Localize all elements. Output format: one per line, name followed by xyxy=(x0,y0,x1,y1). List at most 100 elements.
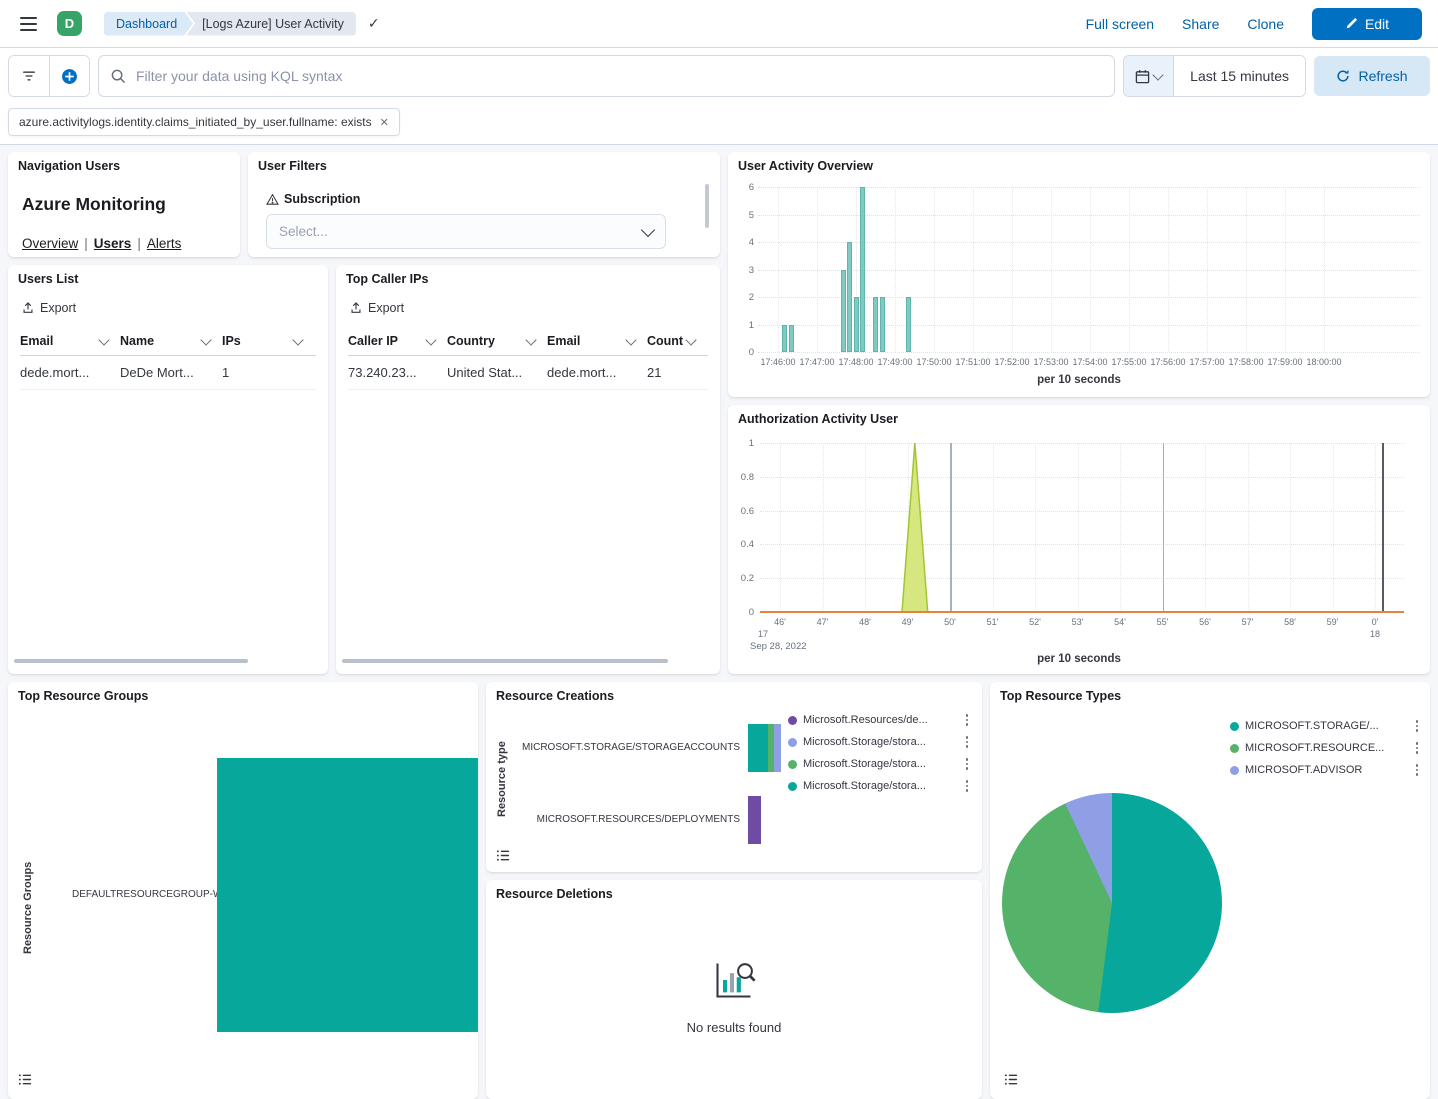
bar-segment[interactable] xyxy=(748,796,761,844)
legend-item[interactable]: MICROSOFT.STORAGE/... xyxy=(1230,718,1420,734)
legend-item-actions-icon[interactable] xyxy=(964,778,971,794)
breadcrumb-dashboard[interactable]: Dashboard xyxy=(104,12,193,36)
resource-types-pie-chart: MICROSOFT.STORAGE/... MICROSOFT.RESOURCE.… xyxy=(990,682,1430,1099)
histogram-bar[interactable] xyxy=(854,297,859,352)
legend-label: MICROSOFT.ADVISOR xyxy=(1245,764,1408,776)
link-separator: | xyxy=(84,236,88,251)
histogram-bar[interactable] xyxy=(782,325,787,353)
x-tick-label: 57' xyxy=(1224,617,1272,627)
legend-item-actions-icon[interactable] xyxy=(964,734,971,750)
export-icon xyxy=(350,302,362,314)
filter-pill[interactable]: azure.activitylogs.identity.claims_initi… xyxy=(8,108,400,136)
legend-toggle-icon[interactable] xyxy=(16,1070,35,1092)
legend-item-actions-icon[interactable] xyxy=(1414,740,1421,756)
horizontal-scrollbar[interactable] xyxy=(14,659,248,663)
query-menu-group xyxy=(8,55,90,97)
panel-top-caller-ips: Top Caller IPs Export Caller IPCountryEm… xyxy=(336,265,720,674)
clone-link[interactable]: Clone xyxy=(1247,16,1284,32)
legend-item[interactable]: MICROSOFT.ADVISOR xyxy=(1230,762,1420,778)
refresh-button-label: Refresh xyxy=(1358,68,1407,84)
menu-icon[interactable] xyxy=(16,13,41,35)
export-label: Export xyxy=(40,301,76,315)
kql-search-input[interactable] xyxy=(134,67,1102,85)
panel-scrollbar[interactable] xyxy=(705,184,709,228)
legend-toggle-icon[interactable] xyxy=(494,846,513,868)
authorization-spike[interactable] xyxy=(902,443,928,612)
caller-ips-table: Caller IPCountryEmailCount73.240.23...Un… xyxy=(348,329,708,390)
legend-item[interactable]: MICROSOFT.RESOURCE... xyxy=(1230,740,1420,756)
add-filter-button[interactable] xyxy=(49,56,89,96)
table-cell: United Stat... xyxy=(447,356,547,389)
legend-item-actions-icon[interactable] xyxy=(964,712,971,728)
export-button[interactable]: Export xyxy=(350,301,404,315)
no-results-message: No results found xyxy=(486,1020,982,1035)
saved-query-menu-button[interactable] xyxy=(9,56,49,96)
kql-search-box[interactable] xyxy=(98,55,1115,97)
list-icon xyxy=(18,1072,33,1087)
full-screen-link[interactable]: Full screen xyxy=(1086,16,1154,32)
date-quick-select-button[interactable] xyxy=(1124,56,1174,96)
gridline xyxy=(817,187,818,352)
legend-item[interactable]: Microsoft.Resources/de... xyxy=(788,712,970,728)
gridline xyxy=(1168,187,1169,352)
legend-item[interactable]: Microsoft.Storage/stora... xyxy=(788,778,970,794)
column-header-ips[interactable]: IPs xyxy=(222,329,314,355)
legend-item[interactable]: Microsoft.Storage/stora... xyxy=(788,756,970,772)
table-cell: dede.mort... xyxy=(20,356,120,389)
bar-segment[interactable] xyxy=(748,724,768,772)
y-tick-label: 0.2 xyxy=(730,573,754,584)
subscription-select[interactable]: Select... xyxy=(266,214,666,249)
bar-segment[interactable] xyxy=(768,724,775,772)
legend-item-actions-icon[interactable] xyxy=(964,756,971,772)
bar-segment[interactable] xyxy=(774,724,781,772)
column-header-label: Email xyxy=(547,334,580,348)
legend-item-actions-icon[interactable] xyxy=(1414,718,1421,734)
share-link[interactable]: Share xyxy=(1182,16,1219,32)
column-header-label: Country xyxy=(447,334,495,348)
horizontal-scrollbar[interactable] xyxy=(342,659,668,663)
date-picker: Last 15 minutes xyxy=(1123,55,1306,97)
no-results-icon xyxy=(712,958,756,1007)
column-header-country[interactable]: Country xyxy=(447,329,547,355)
column-header-caller-ip[interactable]: Caller IP xyxy=(348,329,447,355)
column-header-email[interactable]: Email xyxy=(20,329,120,355)
x-tick-label: 48' xyxy=(841,617,889,627)
remove-filter-icon[interactable]: ✕ xyxy=(380,116,389,129)
edit-button[interactable]: Edit xyxy=(1312,8,1422,40)
legend-item-actions-icon[interactable] xyxy=(1414,762,1421,778)
breadcrumb-current-page: [Logs Azure] User Activity xyxy=(186,12,356,36)
resource-group-bar[interactable] xyxy=(217,758,478,1032)
baseline xyxy=(760,611,1404,613)
legend-item[interactable]: Microsoft.Storage/stora... xyxy=(788,734,970,750)
refresh-button[interactable]: Refresh xyxy=(1314,56,1430,96)
x-tick-label: 58' xyxy=(1266,617,1314,627)
calendar-icon xyxy=(1135,69,1150,84)
y-tick-label: 5 xyxy=(730,210,754,221)
histogram-bar[interactable] xyxy=(880,297,885,352)
nav-link-users[interactable]: Users xyxy=(94,236,132,251)
y-tick-label: 1 xyxy=(730,438,754,449)
saved-check-icon[interactable]: ✓ xyxy=(368,15,380,32)
column-header-name[interactable]: Name xyxy=(120,329,222,355)
time-range-button[interactable]: Last 15 minutes xyxy=(1174,56,1305,96)
space-avatar[interactable]: D xyxy=(57,11,82,36)
export-button[interactable]: Export xyxy=(22,301,76,315)
sort-chevron-icon xyxy=(625,334,636,345)
histogram-bar[interactable] xyxy=(906,297,911,352)
legend-toggle-icon[interactable] xyxy=(1002,1070,1021,1092)
histogram-bar[interactable] xyxy=(860,187,865,352)
column-header-email[interactable]: Email xyxy=(547,329,647,355)
nav-link-alerts[interactable]: Alerts xyxy=(147,236,182,251)
histogram-bar[interactable] xyxy=(873,297,878,352)
histogram-bar[interactable] xyxy=(789,325,794,353)
gridline xyxy=(1375,443,1376,612)
histogram-bar[interactable] xyxy=(847,242,852,352)
resource-creations-bar-chart: MICROSOFT.STORAGE/STORAGEACCOUNTSMICROSO… xyxy=(486,682,982,872)
pie-chart[interactable] xyxy=(1002,793,1222,1013)
refresh-icon xyxy=(1336,69,1350,83)
column-header-count[interactable]: Count xyxy=(647,329,707,355)
nav-link-overview[interactable]: Overview xyxy=(22,236,78,251)
histogram-bar[interactable] xyxy=(841,270,846,353)
column-header-label: Email xyxy=(20,334,53,348)
table-row: dede.mort...DeDe Mort...1 xyxy=(20,356,316,390)
